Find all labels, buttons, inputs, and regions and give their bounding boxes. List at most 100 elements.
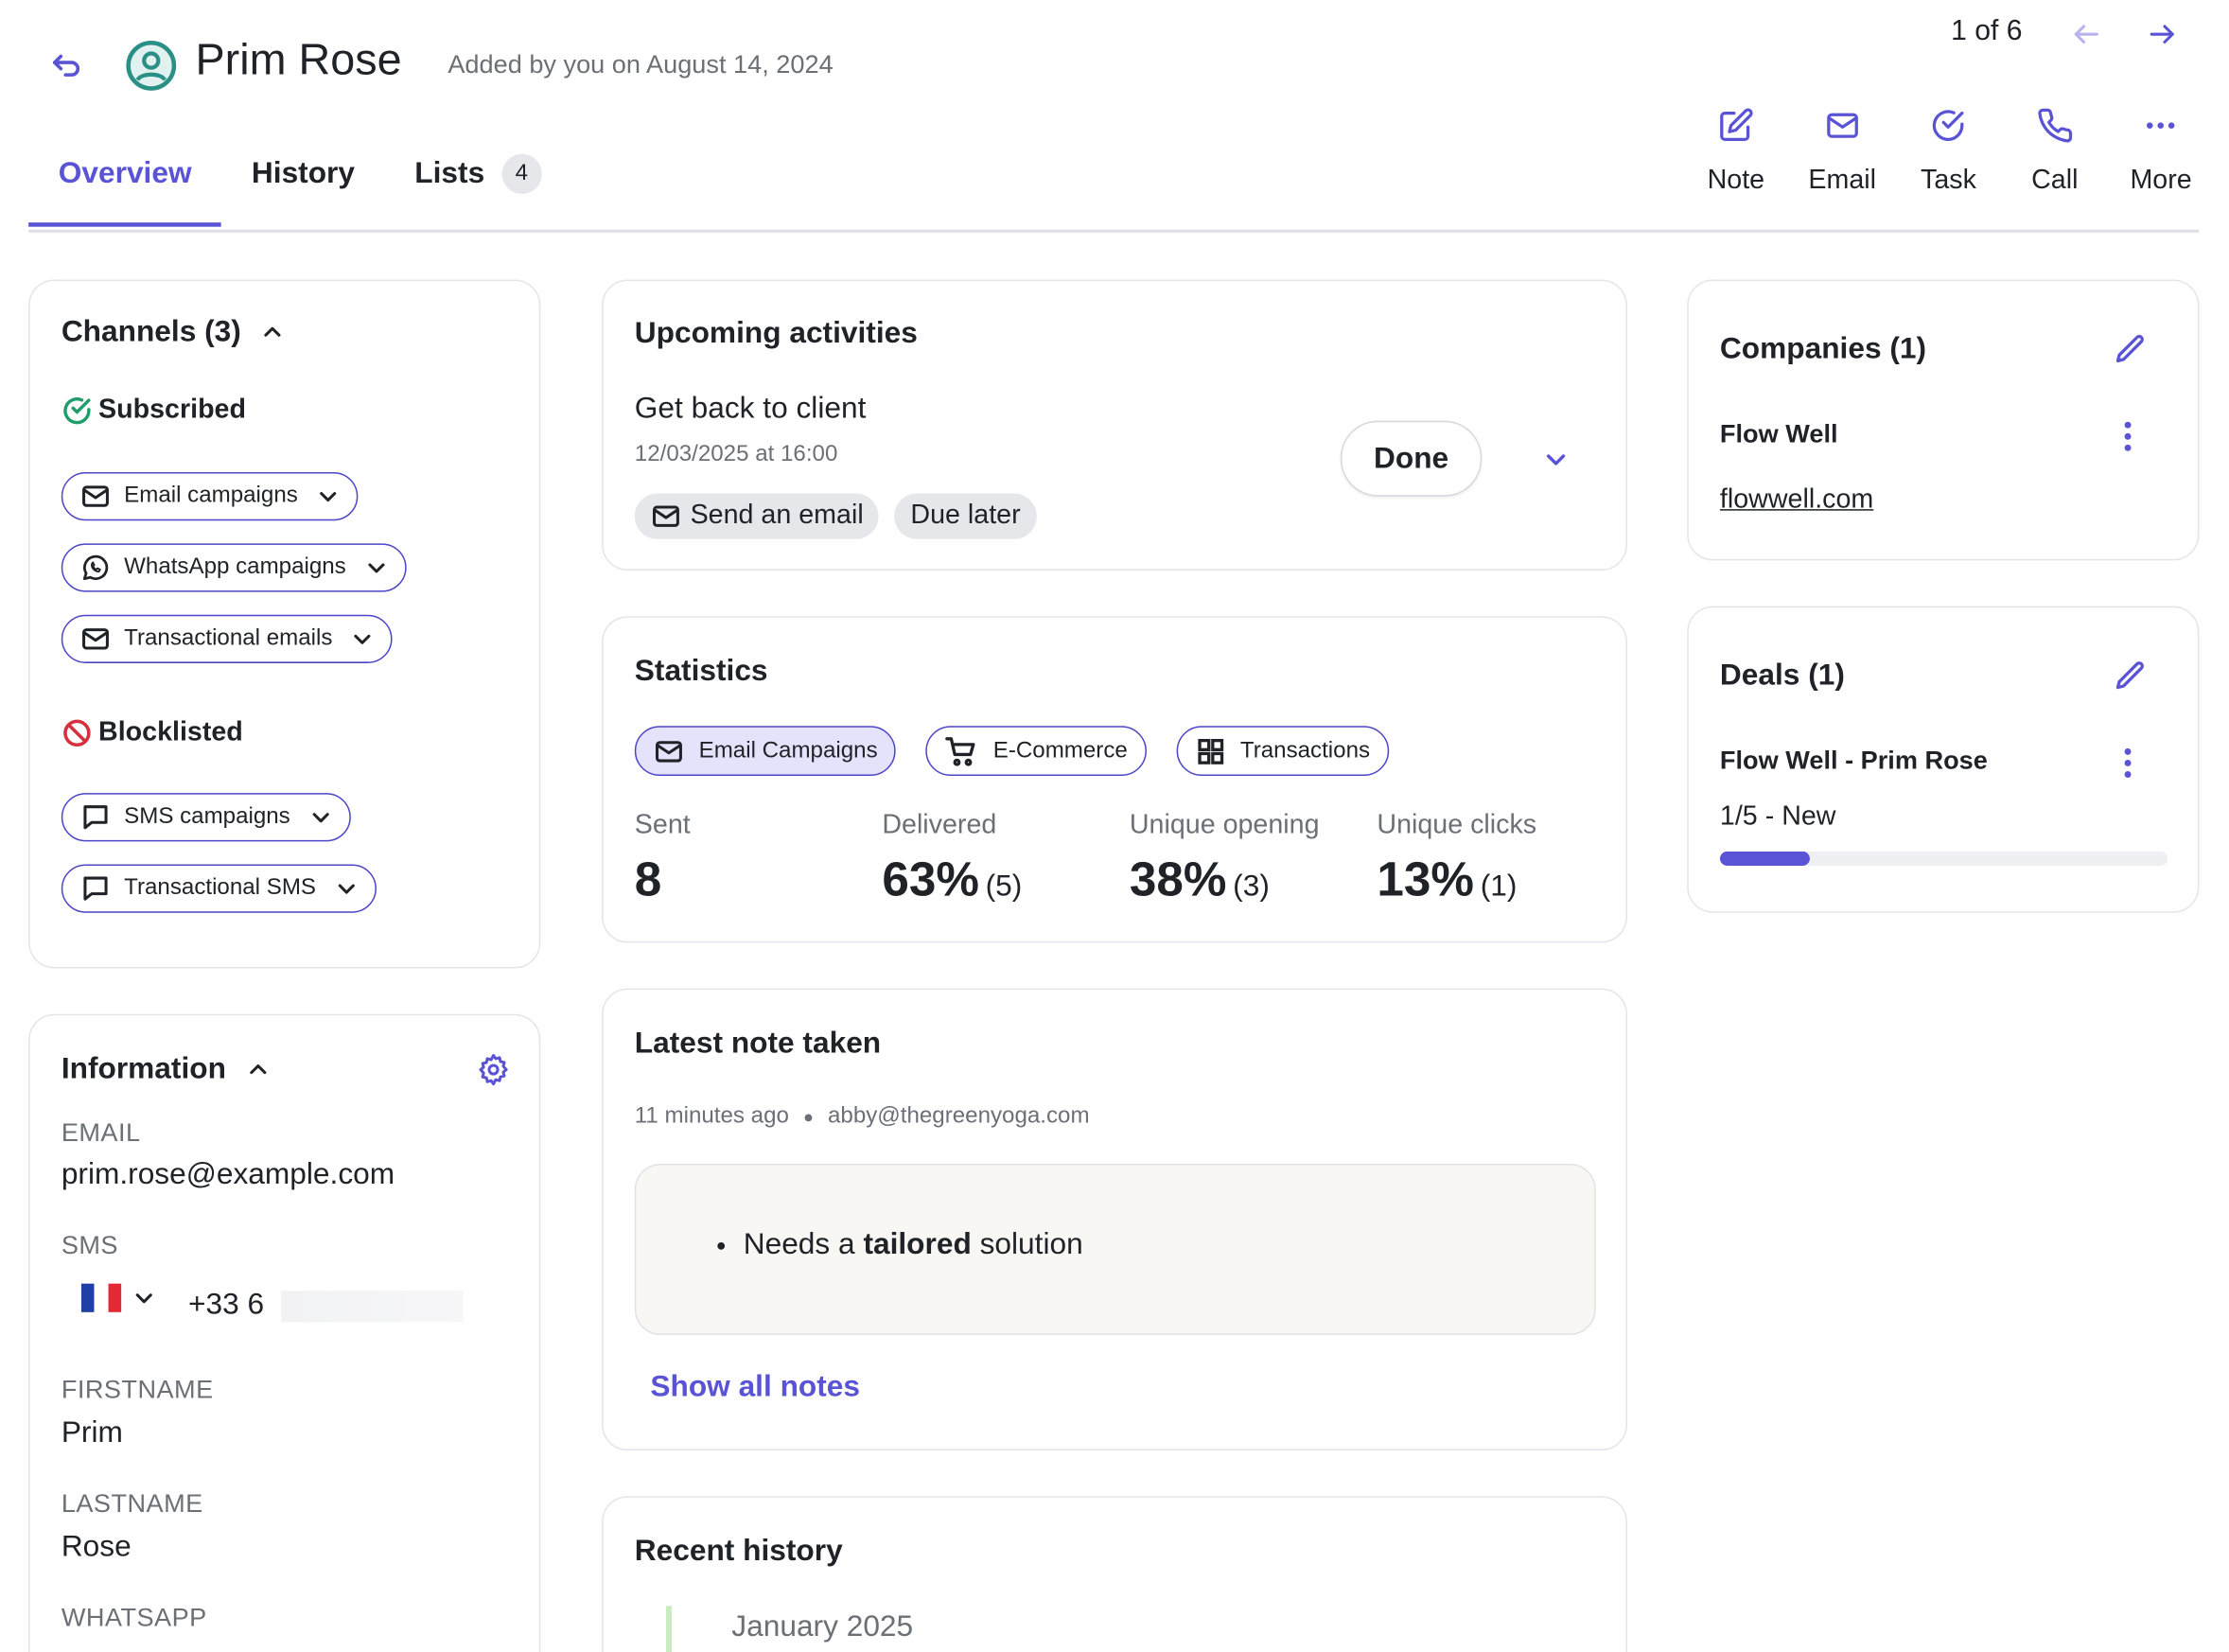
kebab-menu-icon[interactable] [2122, 747, 2133, 779]
filter-label: E-Commerce [992, 738, 1128, 763]
chevron-up-icon[interactable] [261, 321, 284, 343]
redacted-number-block [280, 1291, 464, 1323]
chevron-down-icon[interactable] [1543, 447, 1569, 472]
metric-delivered: Delivered 63% (5) [882, 810, 1130, 908]
metric-sent: Sent 8 [635, 810, 883, 908]
tab-overview-label: Overview [58, 156, 192, 190]
next-arrow-icon[interactable] [2147, 19, 2178, 50]
tab-history-label: History [251, 156, 355, 190]
timeline-line [665, 1606, 672, 1652]
tab-lists-label: Lists [414, 156, 485, 190]
pencil-icon[interactable] [2114, 332, 2148, 366]
lastname-label: LASTNAME [61, 1488, 203, 1518]
note-meta: 11 minutes ago ● abby@thegreenyoga.com [635, 1104, 1090, 1130]
tab-overview[interactable]: Overview [28, 154, 222, 227]
call-action-label: Call [2031, 165, 2079, 196]
note-time: 11 minutes ago [634, 1103, 789, 1129]
note-body[interactable]: ● Needs a tailored solution [634, 1164, 1596, 1335]
filter-email-campaigns[interactable]: Email Campaigns [634, 726, 897, 777]
note-action-button[interactable]: Note [1683, 106, 1789, 197]
metric-unique-opening: Unique opening 38% (3) [1130, 810, 1378, 908]
metric-value: 38% [1129, 852, 1227, 907]
channel-chip-transactional-emails[interactable]: Transactional emails [61, 614, 393, 663]
company-name[interactable]: Flow Well [1720, 419, 1838, 449]
note-text-pre: Needs a [743, 1227, 864, 1261]
channel-chip-whatsapp-campaigns[interactable]: WhatsApp campaigns [61, 543, 407, 592]
pencil-icon[interactable] [2114, 659, 2148, 693]
kebab-menu-icon[interactable] [2122, 421, 2133, 452]
tab-history[interactable]: History [221, 154, 384, 225]
task-check-icon [1930, 106, 1967, 146]
channel-chip-email-campaigns[interactable]: Email campaigns [61, 471, 359, 521]
done-button[interactable]: Done [1340, 420, 1483, 497]
metric-label: Delivered [882, 810, 997, 840]
chevron-up-icon[interactable] [246, 1058, 269, 1081]
list-bullet: ● [715, 1235, 727, 1256]
more-action-button[interactable]: More [2108, 106, 2214, 197]
envelope-icon [79, 481, 111, 512]
channel-chip-label: Email campaigns [124, 483, 298, 508]
email-value[interactable]: prim.rose@example.com [61, 1158, 395, 1192]
chevron-down-icon [316, 485, 339, 508]
envelope-icon [79, 624, 111, 655]
back-arrow-icon[interactable] [48, 47, 85, 84]
channel-chip-sms-campaigns[interactable]: SMS campaigns [61, 793, 351, 842]
channel-chip-label: WhatsApp campaigns [124, 554, 346, 580]
france-flag-icon [80, 1283, 122, 1312]
check-circle-icon [61, 395, 93, 427]
grid-icon [1195, 735, 1226, 766]
shopping-cart-icon [944, 734, 978, 768]
metric-label: Unique clicks [1377, 810, 1537, 840]
tab-lists[interactable]: Lists 4 [385, 153, 571, 225]
metric-count: (3) [1233, 870, 1270, 904]
task-action-label: Task [1921, 165, 1976, 196]
deal-progress-fill [1719, 851, 1810, 866]
chevron-down-icon [308, 806, 331, 829]
message-square-icon [79, 801, 111, 833]
filter-transactions[interactable]: Transactions [1176, 726, 1389, 777]
recent-history-title: Recent history [634, 1534, 843, 1568]
envelope-icon [653, 735, 684, 766]
note-text-post: solution [971, 1227, 1083, 1261]
lastname-value[interactable]: Rose [61, 1530, 132, 1564]
bullet-separator: ● [802, 1106, 814, 1127]
firstname-value[interactable]: Prim [61, 1416, 123, 1450]
filter-e-commerce[interactable]: E-Commerce [925, 726, 1147, 777]
country-selector[interactable] [80, 1283, 155, 1312]
latest-note-card: Latest note taken 11 minutes ago ● abby@… [602, 988, 1627, 1451]
deal-name[interactable]: Flow Well - Prim Rose [1720, 746, 1988, 776]
lists-count-badge: 4 [501, 153, 542, 195]
deals-title: Deals (1) [1719, 659, 1845, 693]
more-action-label: More [2130, 165, 2192, 196]
email-action-button[interactable]: Email [1789, 106, 1895, 197]
call-action-button[interactable]: Call [2002, 106, 2108, 197]
envelope-icon [650, 501, 681, 532]
sms-label: SMS [61, 1230, 118, 1260]
company-domain-link[interactable]: flowwell.com [1720, 485, 1873, 517]
message-square-icon [79, 873, 111, 905]
note-author: abby@thegreenyoga.com [827, 1103, 1090, 1129]
ellipsis-icon [2142, 106, 2179, 146]
gear-icon[interactable] [476, 1052, 510, 1086]
activity-title[interactable]: Get back to client [635, 393, 867, 427]
note-text-bold: tailored [863, 1227, 972, 1261]
channel-chip-label: Transactional SMS [124, 875, 317, 901]
metric-value: 8 [634, 852, 662, 907]
send-email-tag: Send an email [634, 493, 880, 539]
task-action-button[interactable]: Task [1895, 106, 2001, 197]
information-card: Information EMAIL prim.rose@example.com … [28, 1013, 541, 1652]
due-later-tag: Due later [894, 493, 1037, 539]
previous-arrow-icon[interactable] [2071, 19, 2102, 50]
history-month: January 2025 [731, 1609, 914, 1643]
email-label: EMAIL [61, 1117, 141, 1147]
latest-note-title: Latest note taken [634, 1027, 882, 1060]
sms-number-prefix[interactable]: +33 6 [188, 1288, 264, 1322]
email-action-label: Email [1808, 165, 1876, 196]
firstname-label: FIRSTNAME [61, 1375, 214, 1404]
pager-count: 1 of 6 [1951, 15, 2023, 47]
show-all-notes-link[interactable]: Show all notes [650, 1371, 860, 1405]
filter-label: Transactions [1239, 738, 1371, 763]
activity-date: 12/03/2025 at 16:00 [634, 442, 838, 466]
channel-chip-transactional-sms[interactable]: Transactional SMS [61, 864, 377, 913]
blocklisted-heading: Blocklisted [61, 717, 243, 748]
